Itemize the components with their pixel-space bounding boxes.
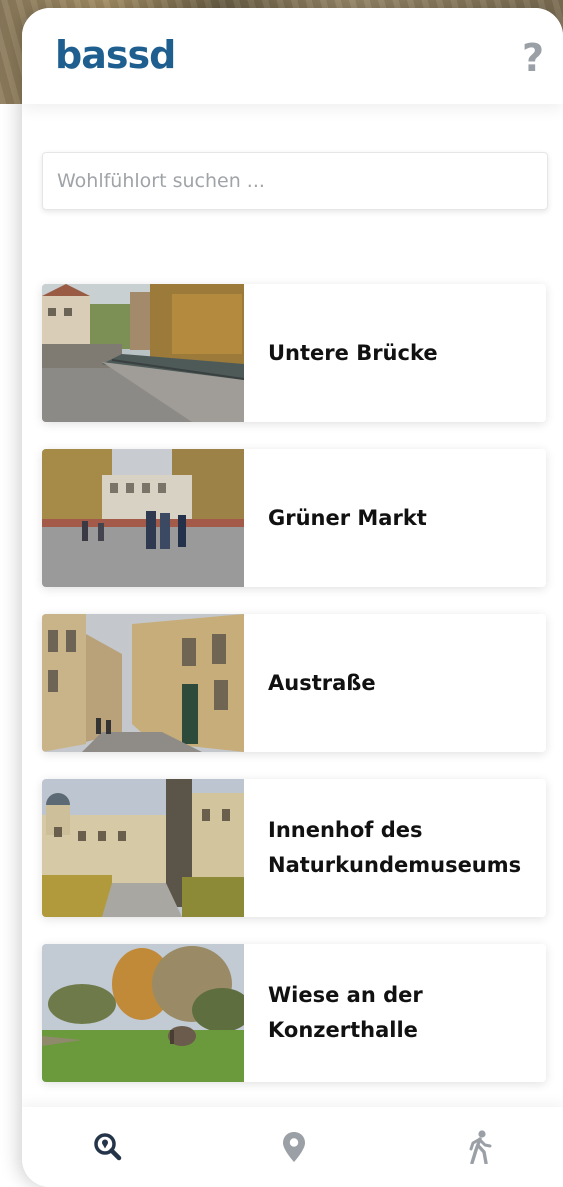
place-card-untere-bruecke[interactable]: Untere Brücke [42,284,546,422]
places-list: Untere Brücke Grüner Markt Austraße Inne… [42,284,546,1109]
place-card-wiese-konzerthalle[interactable]: Wiese an der Konzerthalle [42,944,546,1082]
nav-walk-button[interactable] [458,1125,502,1169]
bottom-navigation [22,1107,563,1187]
search-location-icon [94,1133,122,1161]
place-card-gruener-markt[interactable]: Grüner Markt [42,449,546,587]
walking-person-icon [469,1130,492,1164]
place-title: Grüner Markt [268,505,427,530]
place-photo [42,284,244,422]
place-photo [42,449,244,587]
untere-bruecke-photo [42,284,244,422]
place-card-innenhof-naturkundemuseum[interactable]: Innenhof des Naturkundemuseums [42,779,546,917]
gruener-markt-photo [42,449,244,587]
help-button[interactable]: ? [517,36,549,80]
place-title: Wiese an der Konzerthalle [268,983,423,1042]
app-window: bassd ? Wohlfühlort suchen ... Untere Br… [22,8,563,1187]
place-photo [42,779,244,917]
place-title: Untere Brücke [268,340,438,365]
place-photo [42,614,244,752]
nav-map-button[interactable] [272,1125,316,1169]
innenhof-photo [42,779,244,917]
wiese-photo [42,944,244,1082]
place-photo [42,944,244,1082]
bassd-logo[interactable]: bassd [55,36,176,74]
app-header: bassd ? [22,8,563,104]
place-title: Austraße [268,670,376,695]
place-title: Innenhof des Naturkundemuseums [268,818,522,877]
nav-search-button[interactable] [86,1125,130,1169]
place-card-austrasse[interactable]: Austraße [42,614,546,752]
austrasse-photo [42,614,244,752]
search-input[interactable] [42,152,548,210]
map-pin-icon [283,1132,305,1162]
